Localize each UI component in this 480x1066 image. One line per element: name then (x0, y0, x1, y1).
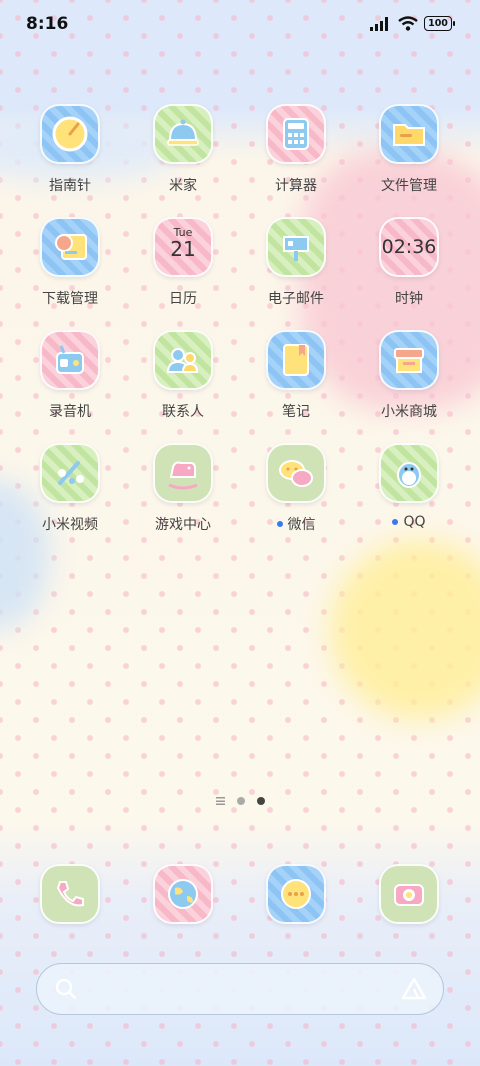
mailbox-icon (266, 217, 326, 277)
status-time: 8:16 (26, 14, 69, 34)
app-label: 微信 (276, 514, 316, 534)
page-indicator[interactable] (0, 797, 480, 805)
app-mi-video[interactable]: 小米视频 (15, 443, 125, 534)
app-label: 电子邮件 (268, 291, 324, 307)
app-label: 录音机 (49, 404, 91, 420)
app-wechat[interactable]: 微信 (241, 443, 351, 534)
app-label: 文件管理 (381, 178, 437, 194)
video-icon (40, 443, 100, 503)
calendar-icon: Tue 21 (153, 217, 213, 277)
contacts-icon (153, 330, 213, 390)
app-download-manager[interactable]: 下载管理 (15, 217, 125, 308)
recorder-icon (40, 330, 100, 390)
download-manager-icon (40, 217, 100, 277)
battery-level: 100 (428, 18, 448, 29)
dock-phone[interactable] (15, 864, 125, 924)
wechat-icon (266, 443, 326, 503)
clock-time: 02:36 (381, 236, 437, 258)
app-label: 指南针 (49, 178, 91, 194)
app-label-text: QQ (403, 514, 426, 530)
dock-messages[interactable] (241, 864, 351, 924)
app-label-text: 微信 (287, 517, 316, 533)
dock-browser[interactable] (128, 864, 238, 924)
app-game-center[interactable]: 游戏中心 (128, 443, 238, 534)
app-label: 米家 (169, 178, 197, 194)
app-clock[interactable]: 02:36 时钟 (354, 217, 464, 308)
rocking-horse-icon (153, 443, 213, 503)
folder-icon (379, 104, 439, 164)
app-file-manager[interactable]: 文件管理 (354, 104, 464, 195)
phone-icon (40, 864, 100, 924)
status-bar: 8:16 100 (0, 0, 480, 52)
app-label: 日历 (169, 291, 197, 307)
app-qq[interactable]: QQ (354, 443, 464, 530)
app-contacts[interactable]: 联系人 (128, 330, 238, 421)
clock-icon: 02:36 (379, 217, 439, 277)
page-dot-2-active (256, 797, 265, 805)
calendar-day: 21 (170, 237, 196, 261)
compass-icon (40, 104, 100, 164)
signal-icon (370, 16, 388, 31)
app-label: 下载管理 (42, 291, 98, 307)
calculator-icon (266, 104, 326, 164)
battery-icon: 100 (424, 16, 455, 31)
store-icon (379, 330, 439, 390)
browser-globe-icon (153, 864, 213, 924)
app-recorder[interactable]: 录音机 (15, 330, 125, 421)
qq-penguin-icon (379, 443, 439, 503)
app-calendar[interactable]: Tue 21 日历 (128, 217, 238, 308)
app-mijia[interactable]: 米家 (128, 104, 238, 195)
app-label: 小米商城 (381, 404, 437, 420)
app-label: 笔记 (282, 404, 310, 420)
app-compass[interactable]: 指南针 (15, 104, 125, 195)
app-mi-store[interactable]: 小米商城 (354, 330, 464, 421)
messages-icon (266, 864, 326, 924)
app-email[interactable]: 电子邮件 (241, 217, 351, 308)
page-dot-1 (236, 797, 245, 805)
status-icons: 100 (370, 16, 455, 31)
notification-dot (276, 521, 283, 527)
assistant-icon[interactable] (401, 976, 427, 1002)
notification-dot (392, 519, 399, 525)
smart-home-icon (153, 104, 213, 164)
camera-icon (379, 864, 439, 924)
app-calculator[interactable]: 计算器 (241, 104, 351, 195)
app-notes[interactable]: 笔记 (241, 330, 351, 421)
notes-icon (266, 330, 326, 390)
wifi-icon (398, 16, 418, 31)
dock-camera[interactable] (354, 864, 464, 924)
app-label: QQ (392, 514, 426, 530)
app-label: 联系人 (162, 404, 204, 420)
app-label: 小米视频 (42, 517, 98, 533)
app-label: 计算器 (275, 178, 317, 194)
page-indicator-menu-icon (215, 797, 225, 805)
app-label: 时钟 (395, 291, 423, 307)
search-icon (55, 978, 77, 1000)
app-label: 游戏中心 (155, 517, 211, 533)
search-bar[interactable] (36, 963, 444, 1015)
